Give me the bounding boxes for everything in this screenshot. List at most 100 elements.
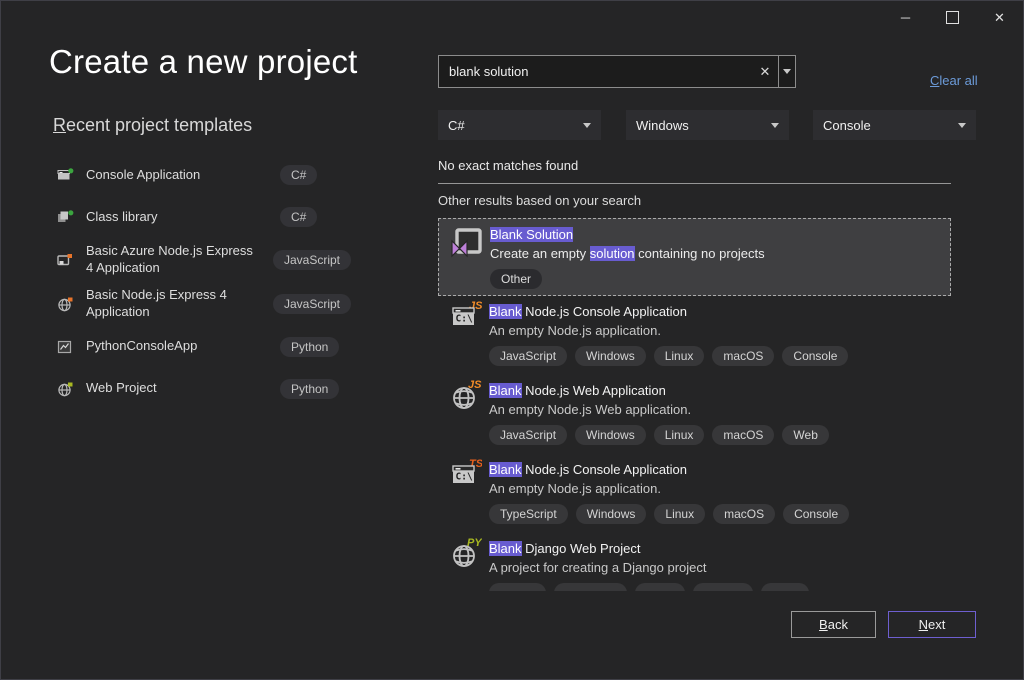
result-item-body: Blank Node.js Console ApplicationAn empt…: [489, 462, 947, 524]
create-new-project-dialog: ─ ✕ Create a new project Recent project …: [0, 0, 1024, 680]
text-part: Node.js Console Application: [522, 462, 688, 477]
web-project-icon: [57, 381, 74, 397]
result-item-body: Blank Django Web Project A project for cr…: [489, 541, 947, 591]
result-item-description: An empty Node.js Web application.: [489, 402, 947, 418]
next-button[interactable]: Next: [888, 611, 976, 638]
text-part: Create an empty: [490, 246, 590, 261]
node-express-icon: [57, 296, 74, 312]
back-button[interactable]: Back: [791, 611, 876, 638]
recent-template-label: Web Project: [86, 380, 268, 397]
result-item-tags: JavaScriptWindowsLinuxmacOSWeb: [489, 425, 947, 445]
page-title: Create a new project: [49, 43, 358, 81]
result-item-tags: Other: [490, 269, 946, 289]
language-tag: Python: [280, 337, 339, 357]
recent-template-label: Basic Node.js Express 4 Application: [86, 287, 261, 321]
result-tag: Linux: [654, 346, 705, 366]
search-match-highlight: Blank: [489, 304, 522, 319]
clipped-tag-stub: [635, 583, 685, 591]
maximize-button[interactable]: [929, 1, 976, 34]
filter-value: Console: [823, 118, 871, 133]
language-tag: JavaScript: [273, 250, 351, 270]
result-item-description: An empty Node.js application.: [489, 323, 947, 339]
result-tag: JavaScript: [489, 346, 567, 366]
filter-value: Windows: [636, 118, 689, 133]
text-part: Django Web Project: [522, 541, 641, 556]
recent-template-item[interactable]: Basic Node.js Express 4 ApplicationJavaS…: [49, 287, 351, 321]
result-item[interactable]: TSC:\Blank Node.js Console ApplicationAn…: [438, 455, 951, 534]
search-match-highlight: Blank: [489, 383, 522, 398]
recent-template-label: Class library: [86, 209, 268, 226]
results-divider: [438, 183, 951, 184]
filter-dropdown-project-type[interactable]: Console: [813, 110, 976, 140]
clear-all-link[interactable]: Clear all: [930, 73, 978, 88]
minimize-button[interactable]: ─: [882, 1, 929, 34]
search-match-highlight: Blank: [489, 541, 522, 556]
clipped-tag-stub: [489, 583, 546, 591]
recent-template-item[interactable]: PythonConsoleAppPython: [49, 331, 351, 363]
result-tag: Windows: [576, 504, 647, 524]
result-item-body: Blank Node.js Web Application An empty No…: [489, 383, 947, 445]
class-library-icon: [57, 209, 74, 225]
result-item[interactable]: JSC:\ Blank Node.js Console Application An…: [438, 297, 951, 376]
console-app-icon: [57, 167, 74, 183]
clipped-tag-stub: [761, 583, 809, 591]
result-tag: Linux: [654, 504, 705, 524]
recent-template-item[interactable]: Basic Azure Node.js Express 4 Applicatio…: [49, 243, 351, 277]
result-tag: macOS: [712, 346, 774, 366]
js-globe-icon: JS: [452, 378, 482, 415]
result-tag: Console: [783, 504, 849, 524]
recent-templates-list: Console Application C# Class library C# Basi…: [49, 159, 351, 415]
js-console-icon: JSC:\: [452, 299, 482, 336]
result-tag: Console: [782, 346, 848, 366]
search-clear-icon[interactable]: ✕: [752, 64, 778, 80]
recent-template-item[interactable]: Web ProjectPython: [49, 373, 351, 405]
search-history-dropdown[interactable]: [779, 56, 795, 87]
chevron-down-icon: [771, 123, 779, 128]
result-item-selected[interactable]: Blank Solution Create an empty solution c…: [438, 218, 951, 296]
text-part: An empty Node.js Web application.: [489, 402, 691, 417]
result-item-description: Create an empty solution containing no p…: [490, 246, 946, 262]
py-globe-icon: PY: [452, 536, 482, 573]
no-match-status: No exact matches found: [438, 158, 578, 173]
language-tag: C#: [280, 207, 317, 227]
text-part: containing no projects: [635, 246, 765, 261]
result-item[interactable]: JS Blank Node.js Web Application An empty …: [438, 376, 951, 455]
result-tag: Windows: [575, 346, 646, 366]
recent-template-label: Console Application: [86, 167, 268, 184]
result-item[interactable]: PY Blank Django Web Project A project for …: [438, 534, 951, 591]
result-item-tags: TypeScriptWindowsLinuxmacOSConsole: [489, 504, 947, 524]
svg-text:C:\: C:\: [456, 314, 473, 325]
text-part: A project for creating a Django project: [489, 560, 707, 575]
filter-value: C#: [448, 118, 465, 133]
filter-dropdown-language[interactable]: C#: [438, 110, 601, 140]
search-match-highlight: solution: [590, 246, 635, 261]
result-tag: JavaScript: [489, 425, 567, 445]
text-part: Node.js Web Application: [522, 383, 666, 398]
result-tag: macOS: [713, 504, 775, 524]
maximize-icon: [946, 11, 959, 24]
close-button[interactable]: ✕: [976, 1, 1023, 34]
result-item-title: Blank Node.js Console Application: [489, 304, 947, 320]
search-results-list: Blank Solution Create an empty solution c…: [438, 218, 951, 591]
recent-templates-heading: Recent project templates: [53, 115, 252, 136]
text-part: An empty Node.js application.: [489, 323, 661, 338]
chevron-down-icon: [583, 123, 591, 128]
filter-dropdown-platform[interactable]: Windows: [626, 110, 789, 140]
result-item-title: Blank Solution: [490, 227, 946, 243]
language-tag: C#: [280, 165, 317, 185]
result-tag: Windows: [575, 425, 646, 445]
result-tag: Other: [490, 269, 542, 289]
search-match-highlight: Blank: [489, 462, 522, 477]
python-console-icon: [57, 339, 74, 355]
result-item-title: Blank Node.js Web Application: [489, 383, 947, 399]
result-item-title: Blank Node.js Console Application: [489, 462, 947, 478]
text-part: Node.js Console Application: [522, 304, 688, 319]
clipped-tag-stub: [554, 583, 627, 591]
result-item-description: A project for creating a Django project: [489, 560, 947, 576]
result-tag: Linux: [654, 425, 705, 445]
chevron-down-icon: [783, 69, 791, 74]
recent-template-item[interactable]: Class library C#: [49, 201, 351, 233]
search-input[interactable]: [439, 56, 752, 87]
recent-template-item[interactable]: Console Application C#: [49, 159, 351, 191]
svg-text:C:\: C:\: [456, 472, 473, 483]
